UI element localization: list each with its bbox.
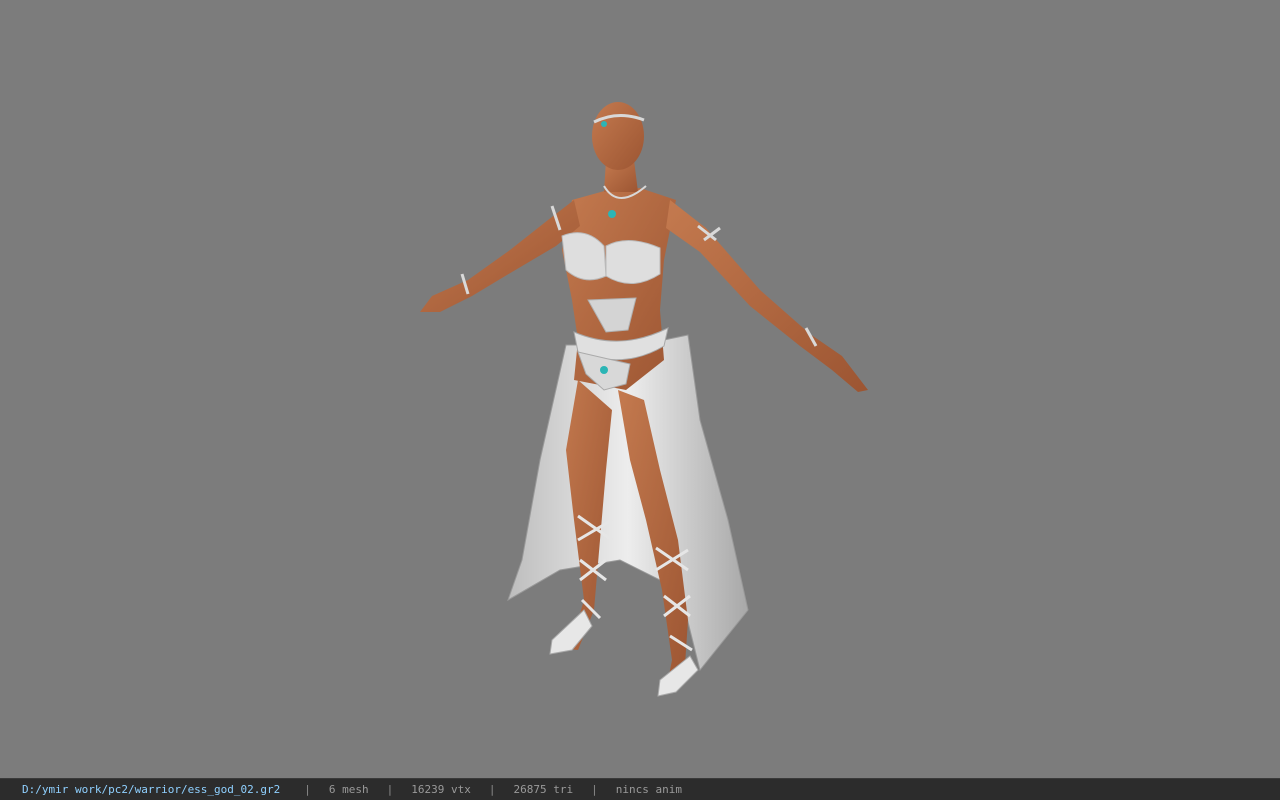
status-bar: D:/ymir work/pc2/warrior/ess_god_02.gr2 … [0,778,1280,800]
separator: | [386,783,394,796]
mesh-count: 6 mesh [328,783,369,796]
3d-viewport[interactable] [0,0,1280,778]
vertex-count: 16239 vtx [411,783,471,796]
separator: | [591,783,598,796]
diadem-gem [601,121,607,127]
triangle-count: 26875 tri [513,783,574,796]
animation-status: nincs anim [615,783,682,796]
head [592,102,644,170]
belt-gem [600,366,608,374]
separator: | [304,783,311,796]
left-sandal [549,609,593,655]
separator: | [488,783,496,796]
character-model[interactable] [0,0,1280,778]
necklace-gem [608,210,616,218]
right-arm [666,200,868,392]
file-path: D:/ymir work/pc2/warrior/ess_god_02.gr2 [22,783,281,796]
